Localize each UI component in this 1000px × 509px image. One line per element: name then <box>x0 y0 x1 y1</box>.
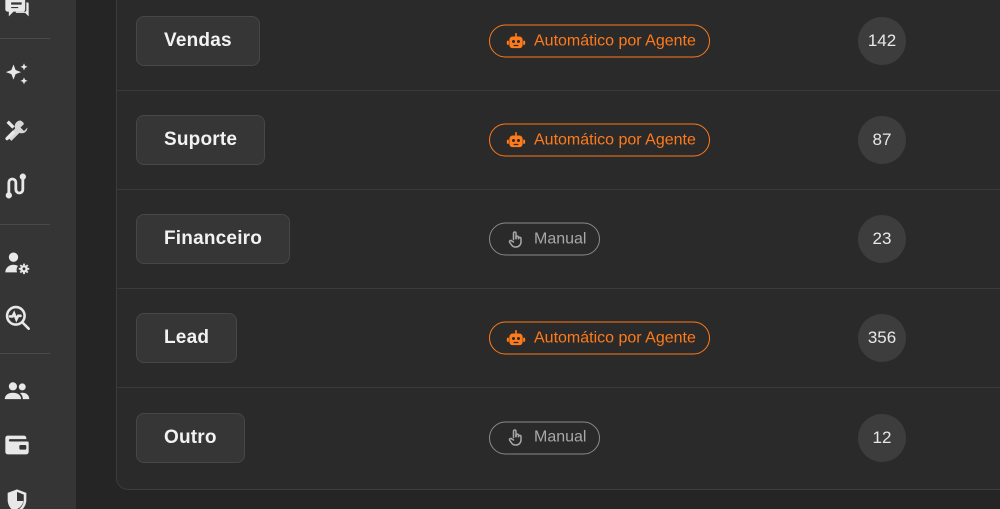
category-name[interactable]: Suporte <box>136 115 266 165</box>
table-row: Outro Manual 12 <box>117 388 1000 487</box>
count-badge: 356 <box>858 314 906 362</box>
count-badge: 142 <box>858 17 906 65</box>
mode-label: Automático por Agente <box>534 32 696 49</box>
category-name[interactable]: Financeiro <box>136 214 291 264</box>
robot-icon <box>506 328 526 348</box>
count-badge: 87 <box>858 116 906 164</box>
mode-pill-auto[interactable]: Automático por Agente <box>489 321 710 355</box>
sidebar-divider <box>0 38 50 39</box>
category-name[interactable]: Outro <box>136 412 245 463</box>
chat-icon[interactable] <box>0 0 34 24</box>
sparkles-icon[interactable] <box>0 58 34 92</box>
table-row: Vendas Automático por Agente 142 <box>117 0 1000 91</box>
robot-icon <box>506 31 526 51</box>
table-row: Financeiro Manual 23 <box>117 190 1000 289</box>
mode-pill-auto[interactable]: Automático por Agente <box>489 123 710 157</box>
sidebar-divider <box>0 224 50 225</box>
count-badge: 23 <box>858 215 906 263</box>
table-row: Lead Automático por Agente 356 <box>117 289 1000 388</box>
hand-pointer-icon <box>506 428 526 448</box>
route-icon[interactable] <box>0 169 34 203</box>
mode-label: Manual <box>534 428 587 446</box>
category-name[interactable]: Vendas <box>136 16 260 66</box>
analytics-search-icon[interactable] <box>0 300 34 334</box>
sidebar <box>0 0 76 509</box>
mode-label: Automático por Agente <box>534 329 696 346</box>
mode-label: Manual <box>534 230 587 247</box>
robot-icon <box>506 130 526 150</box>
user-settings-icon[interactable] <box>0 246 34 280</box>
mode-label: Automático por Agente <box>534 131 696 148</box>
count-badge: 12 <box>858 413 906 462</box>
tools-icon[interactable] <box>0 114 34 148</box>
app: Vendas Automático por Agente 142 Suporte… <box>0 0 1000 509</box>
wallet-icon[interactable] <box>0 428 34 462</box>
mode-pill-manual[interactable]: Manual <box>489 421 601 454</box>
hand-pointer-icon <box>506 229 526 249</box>
mode-pill-auto[interactable]: Automático por Agente <box>489 24 710 58</box>
shield-icon[interactable] <box>0 484 34 509</box>
sidebar-divider <box>0 353 50 354</box>
category-name[interactable]: Lead <box>136 313 238 363</box>
table-row: Suporte Automático por Agente 87 <box>117 91 1000 190</box>
mode-pill-manual[interactable]: Manual <box>489 222 601 256</box>
team-icon[interactable] <box>0 374 34 408</box>
category-table: Vendas Automático por Agente 142 Suporte… <box>116 0 1000 490</box>
